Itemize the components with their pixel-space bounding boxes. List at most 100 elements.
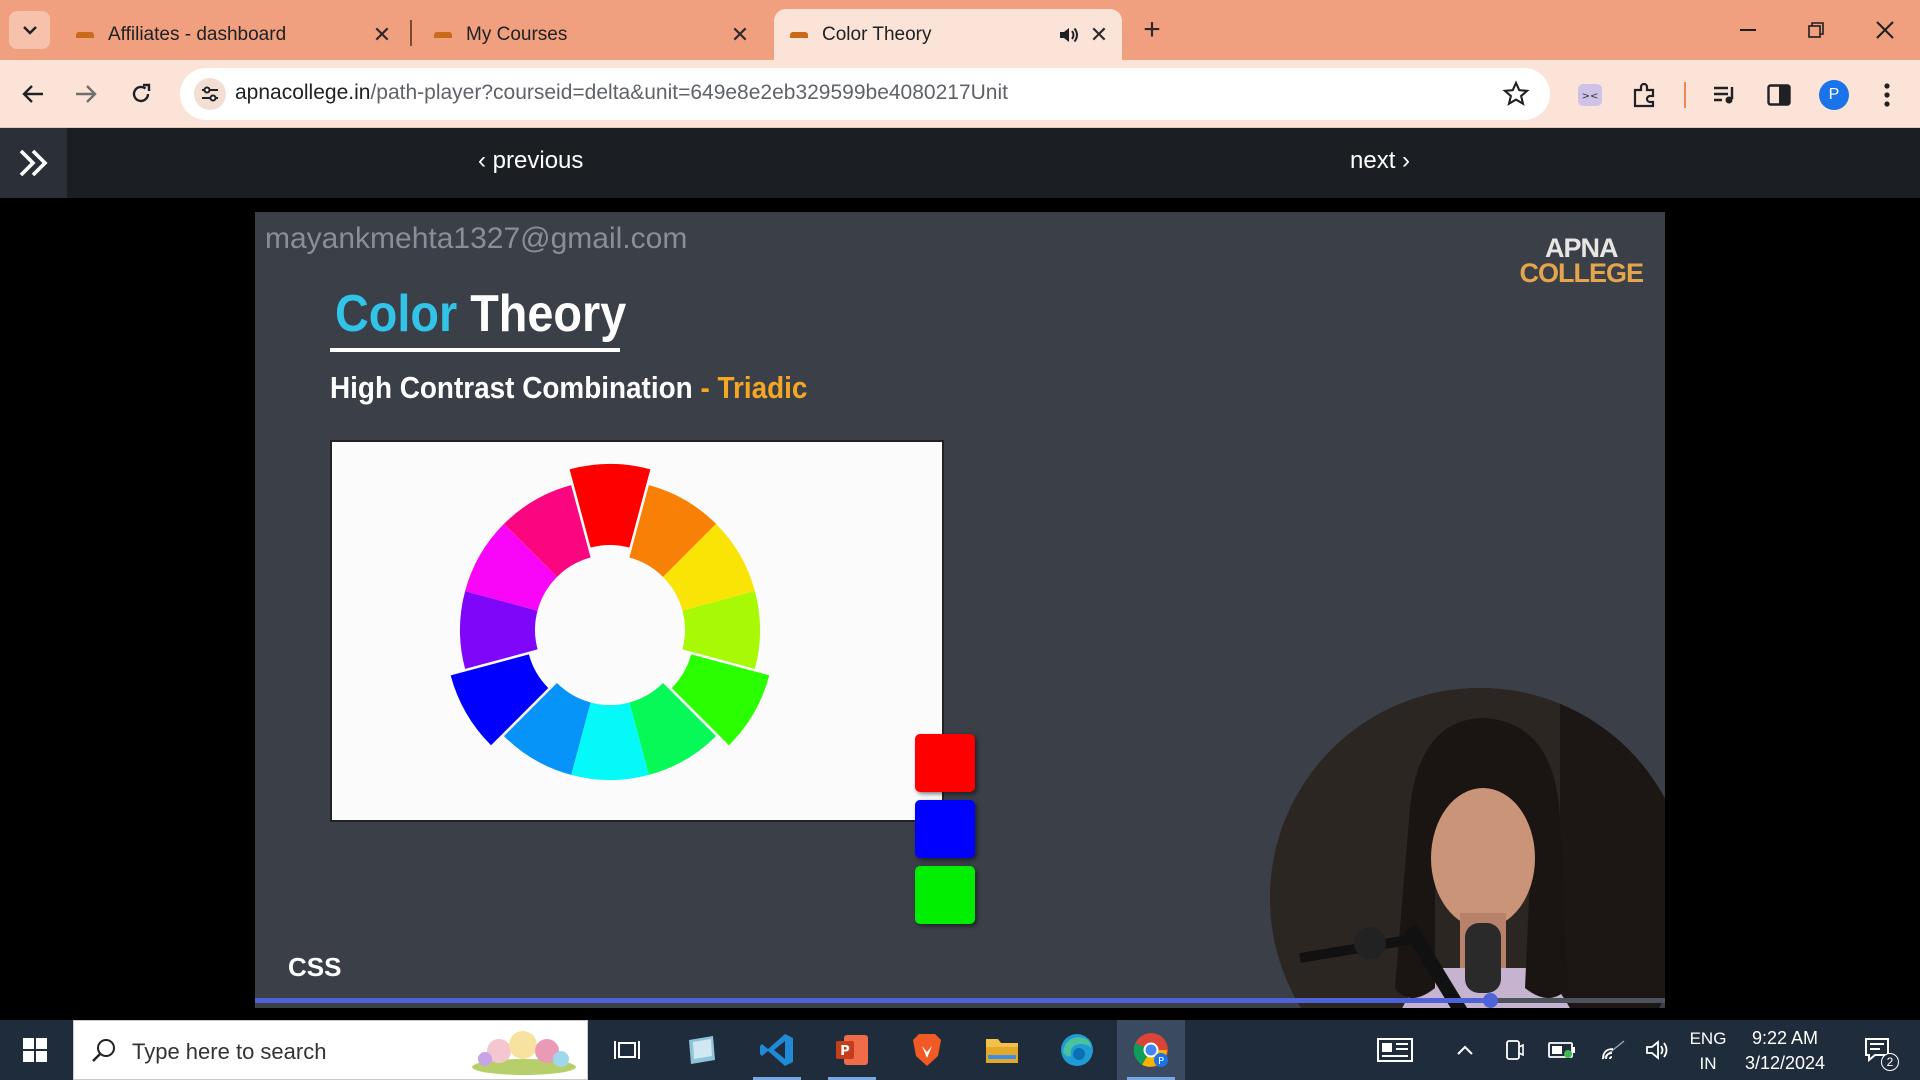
course-player-header: ‹ previous next ›	[0, 128, 1920, 198]
avatar: P	[1819, 80, 1849, 110]
subtitle-accent: - Triadic	[700, 370, 808, 405]
bookmark-star-icon[interactable]	[1502, 80, 1530, 108]
address-bar[interactable]: apnacollege.in/path-player?courseid=delt…	[180, 68, 1550, 120]
url-text: apnacollege.in/path-player?courseid=delt…	[235, 81, 1008, 105]
tab-search-button[interactable]	[9, 11, 50, 49]
meet-now-icon[interactable]	[1498, 1020, 1530, 1080]
chevron-down-icon	[22, 26, 37, 35]
taskbar-file-explorer-app[interactable]	[968, 1020, 1036, 1080]
taskbar-powerpoint-app[interactable]: P	[818, 1020, 886, 1080]
input-language-indicator[interactable]: ENG IN	[1683, 1026, 1733, 1076]
slide-title-part-2: Theory	[470, 285, 627, 343]
close-icon[interactable]: ✕	[367, 20, 397, 50]
chrome-icon: P	[1133, 1033, 1168, 1067]
tab-label: Affiliates - dashboard	[108, 23, 287, 45]
reload-button[interactable]	[121, 74, 161, 114]
color-wheel	[450, 464, 770, 780]
profile-button[interactable]: P	[1817, 78, 1851, 112]
progress-fill	[255, 998, 1491, 1003]
task-view-icon	[614, 1041, 640, 1059]
search-placeholder: Type here to search	[132, 1039, 327, 1064]
close-icon[interactable]: ✕	[725, 20, 755, 50]
slide-title-part-1: Color	[335, 285, 458, 343]
tab-label: Color Theory	[822, 23, 932, 45]
restore-button[interactable]	[1786, 8, 1846, 52]
news-widget-button[interactable]	[1372, 1020, 1418, 1080]
svg-text:P: P	[1158, 1056, 1164, 1067]
apna-college-favicon-icon	[790, 28, 808, 42]
edge-icon	[1061, 1034, 1093, 1066]
notification-center-button[interactable]: 2	[1853, 1020, 1903, 1080]
svg-text:P: P	[840, 1044, 850, 1059]
lang-line-1: ENG	[1689, 1029, 1727, 1048]
apna-college-favicon-icon	[76, 28, 94, 42]
vscode-icon	[760, 1034, 793, 1066]
lang-line-2: IN	[1699, 1054, 1717, 1073]
watermark-text: mayankmehta1327@gmail.com	[265, 222, 688, 255]
title-underline	[330, 348, 620, 352]
chevron-up-icon	[1457, 1045, 1473, 1055]
brand-line-2: COLLEGE	[1519, 258, 1644, 288]
taskbar-notes-app[interactable]	[668, 1020, 736, 1080]
close-window-button[interactable]	[1855, 8, 1915, 52]
apna-college-logo: APNA COLLEGE	[1519, 235, 1644, 288]
wifi-icon[interactable]	[1595, 1020, 1631, 1080]
puzzle-extensions-icon[interactable]	[1628, 78, 1662, 112]
volume-icon[interactable]	[1640, 1020, 1676, 1080]
arrow-right-icon	[76, 85, 97, 103]
next-button[interactable]: next ›	[1350, 147, 1410, 175]
taskbar-chrome-app[interactable]: P	[1117, 1020, 1185, 1080]
taskbar-vscode-app[interactable]	[743, 1020, 811, 1080]
video-player[interactable]: mayankmehta1327@gmail.com APNA COLLEGE C…	[255, 212, 1665, 1008]
previous-label: previous	[492, 147, 584, 174]
color-wheel-card	[330, 440, 944, 822]
minimize-button[interactable]	[1718, 8, 1778, 52]
apna-college-favicon-icon	[434, 28, 452, 42]
slide-title: Color Theory	[335, 284, 626, 344]
url-domain: apnacollege.in	[235, 81, 371, 104]
tab-my-courses[interactable]: My Courses ✕	[418, 9, 763, 60]
browser-menu-icon[interactable]	[1870, 78, 1904, 112]
search-highlight-flowers-icon	[472, 1031, 576, 1075]
news-icon	[1377, 1038, 1413, 1062]
clock-time: 9:22 AM	[1751, 1028, 1819, 1048]
previous-button[interactable]: ‹ previous	[478, 147, 583, 175]
speaker-icon[interactable]	[1054, 20, 1084, 50]
battery-icon[interactable]	[1544, 1020, 1580, 1080]
media-control-icon[interactable]	[1708, 78, 1742, 112]
tab-strip: Affiliates - dashboard ✕ My Courses ✕ Co…	[0, 0, 1920, 60]
powerpoint-icon: P	[836, 1035, 868, 1065]
taskbar-edge-app[interactable]	[1043, 1020, 1111, 1080]
taskbar-clock[interactable]: 9:22 AM 3/12/2024	[1735, 1026, 1835, 1076]
notes-icon	[689, 1036, 715, 1064]
extension-icon[interactable]: ><	[1573, 78, 1607, 112]
swatch-blue	[915, 800, 975, 858]
video-progress-bar[interactable]	[255, 993, 1665, 1008]
svg-text:><: ><	[1582, 91, 1599, 102]
taskbar-brave-app[interactable]	[893, 1020, 961, 1080]
chevron-left-icon: ‹	[478, 147, 493, 174]
course-label: CSS	[288, 952, 342, 982]
instructor-image	[1270, 688, 1665, 1008]
site-settings-icon[interactable]	[194, 78, 226, 110]
forward-button[interactable]	[66, 74, 106, 114]
show-hidden-icons-button[interactable]	[1448, 1020, 1482, 1080]
next-label: next	[1350, 147, 1396, 174]
back-button[interactable]	[13, 74, 53, 114]
video-stage: mayankmehta1327@gmail.com APNA COLLEGE C…	[0, 198, 1920, 1020]
taskbar-search-box[interactable]: Type here to search	[73, 1020, 588, 1080]
notification-count-badge: 2	[1881, 1053, 1899, 1071]
chevron-right-icon: ›	[1395, 147, 1411, 174]
new-tab-button[interactable]: +	[1135, 13, 1169, 47]
start-button[interactable]	[0, 1020, 70, 1080]
tab-separator	[410, 20, 412, 46]
side-panel-icon[interactable]	[1762, 78, 1796, 112]
close-icon[interactable]: ✕	[1084, 20, 1114, 50]
instructor-webcam	[1270, 688, 1665, 1008]
sidebar-toggle-button[interactable]	[0, 128, 67, 198]
search-icon	[92, 1039, 115, 1062]
swatch-red	[915, 734, 975, 792]
tab-affiliates[interactable]: Affiliates - dashboard ✕	[60, 9, 405, 60]
task-view-button[interactable]	[593, 1020, 661, 1080]
tab-color-theory[interactable]: Color Theory ✕	[774, 9, 1122, 60]
